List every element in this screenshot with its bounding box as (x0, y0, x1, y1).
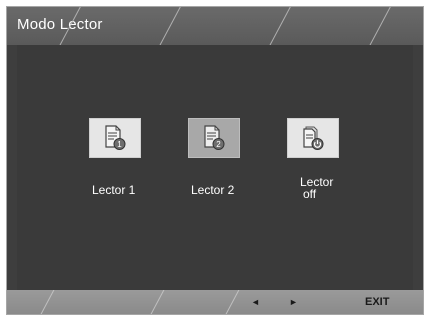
mode-label-lector-off: Lector off (273, 176, 353, 200)
right-arrow-button[interactable]: ► (289, 294, 298, 310)
title-bar: Modo Lector (7, 7, 423, 45)
navigation-bar: ◄ ► EXIT (7, 290, 423, 314)
mode-option-lector-2[interactable]: 2 Lector 2 (174, 118, 254, 196)
document-badge-1-icon: 1 (105, 125, 126, 150)
mode-label-lector-1: Lector 1 (92, 183, 136, 197)
mode-option-lector-off[interactable]: Lector off (273, 118, 353, 200)
decorative-stripe (362, 7, 393, 45)
exit-button[interactable]: EXIT (365, 294, 389, 310)
mode-label-line2: off (303, 187, 317, 201)
decorative-stripe (37, 290, 58, 314)
svg-text:1: 1 (117, 140, 122, 149)
svg-text:2: 2 (216, 140, 221, 149)
decorative-stripe (152, 7, 183, 45)
mode-tile-lector-off[interactable] (287, 118, 339, 158)
document-power-icon (303, 126, 324, 150)
decorative-stripe (222, 290, 243, 314)
mode-panel: 1 Lector 1 2 Lector 2 Lector off (17, 45, 413, 292)
menu-title: Modo Lector (17, 16, 103, 33)
decorative-stripe (147, 290, 168, 314)
mode-tile-lector-2[interactable]: 2 (188, 118, 240, 158)
mode-tile-lector-1[interactable]: 1 (89, 118, 141, 158)
mode-option-lector-1[interactable]: 1 Lector 1 (75, 118, 155, 196)
document-badge-2-icon: 2 (204, 125, 225, 150)
decorative-stripe (262, 7, 293, 45)
mode-label-lector-2: Lector 2 (191, 183, 235, 197)
left-arrow-button[interactable]: ◄ (251, 294, 260, 310)
osd-window: Modo Lector 1 Lector 1 2 Lector 2 Lector… (6, 6, 424, 315)
